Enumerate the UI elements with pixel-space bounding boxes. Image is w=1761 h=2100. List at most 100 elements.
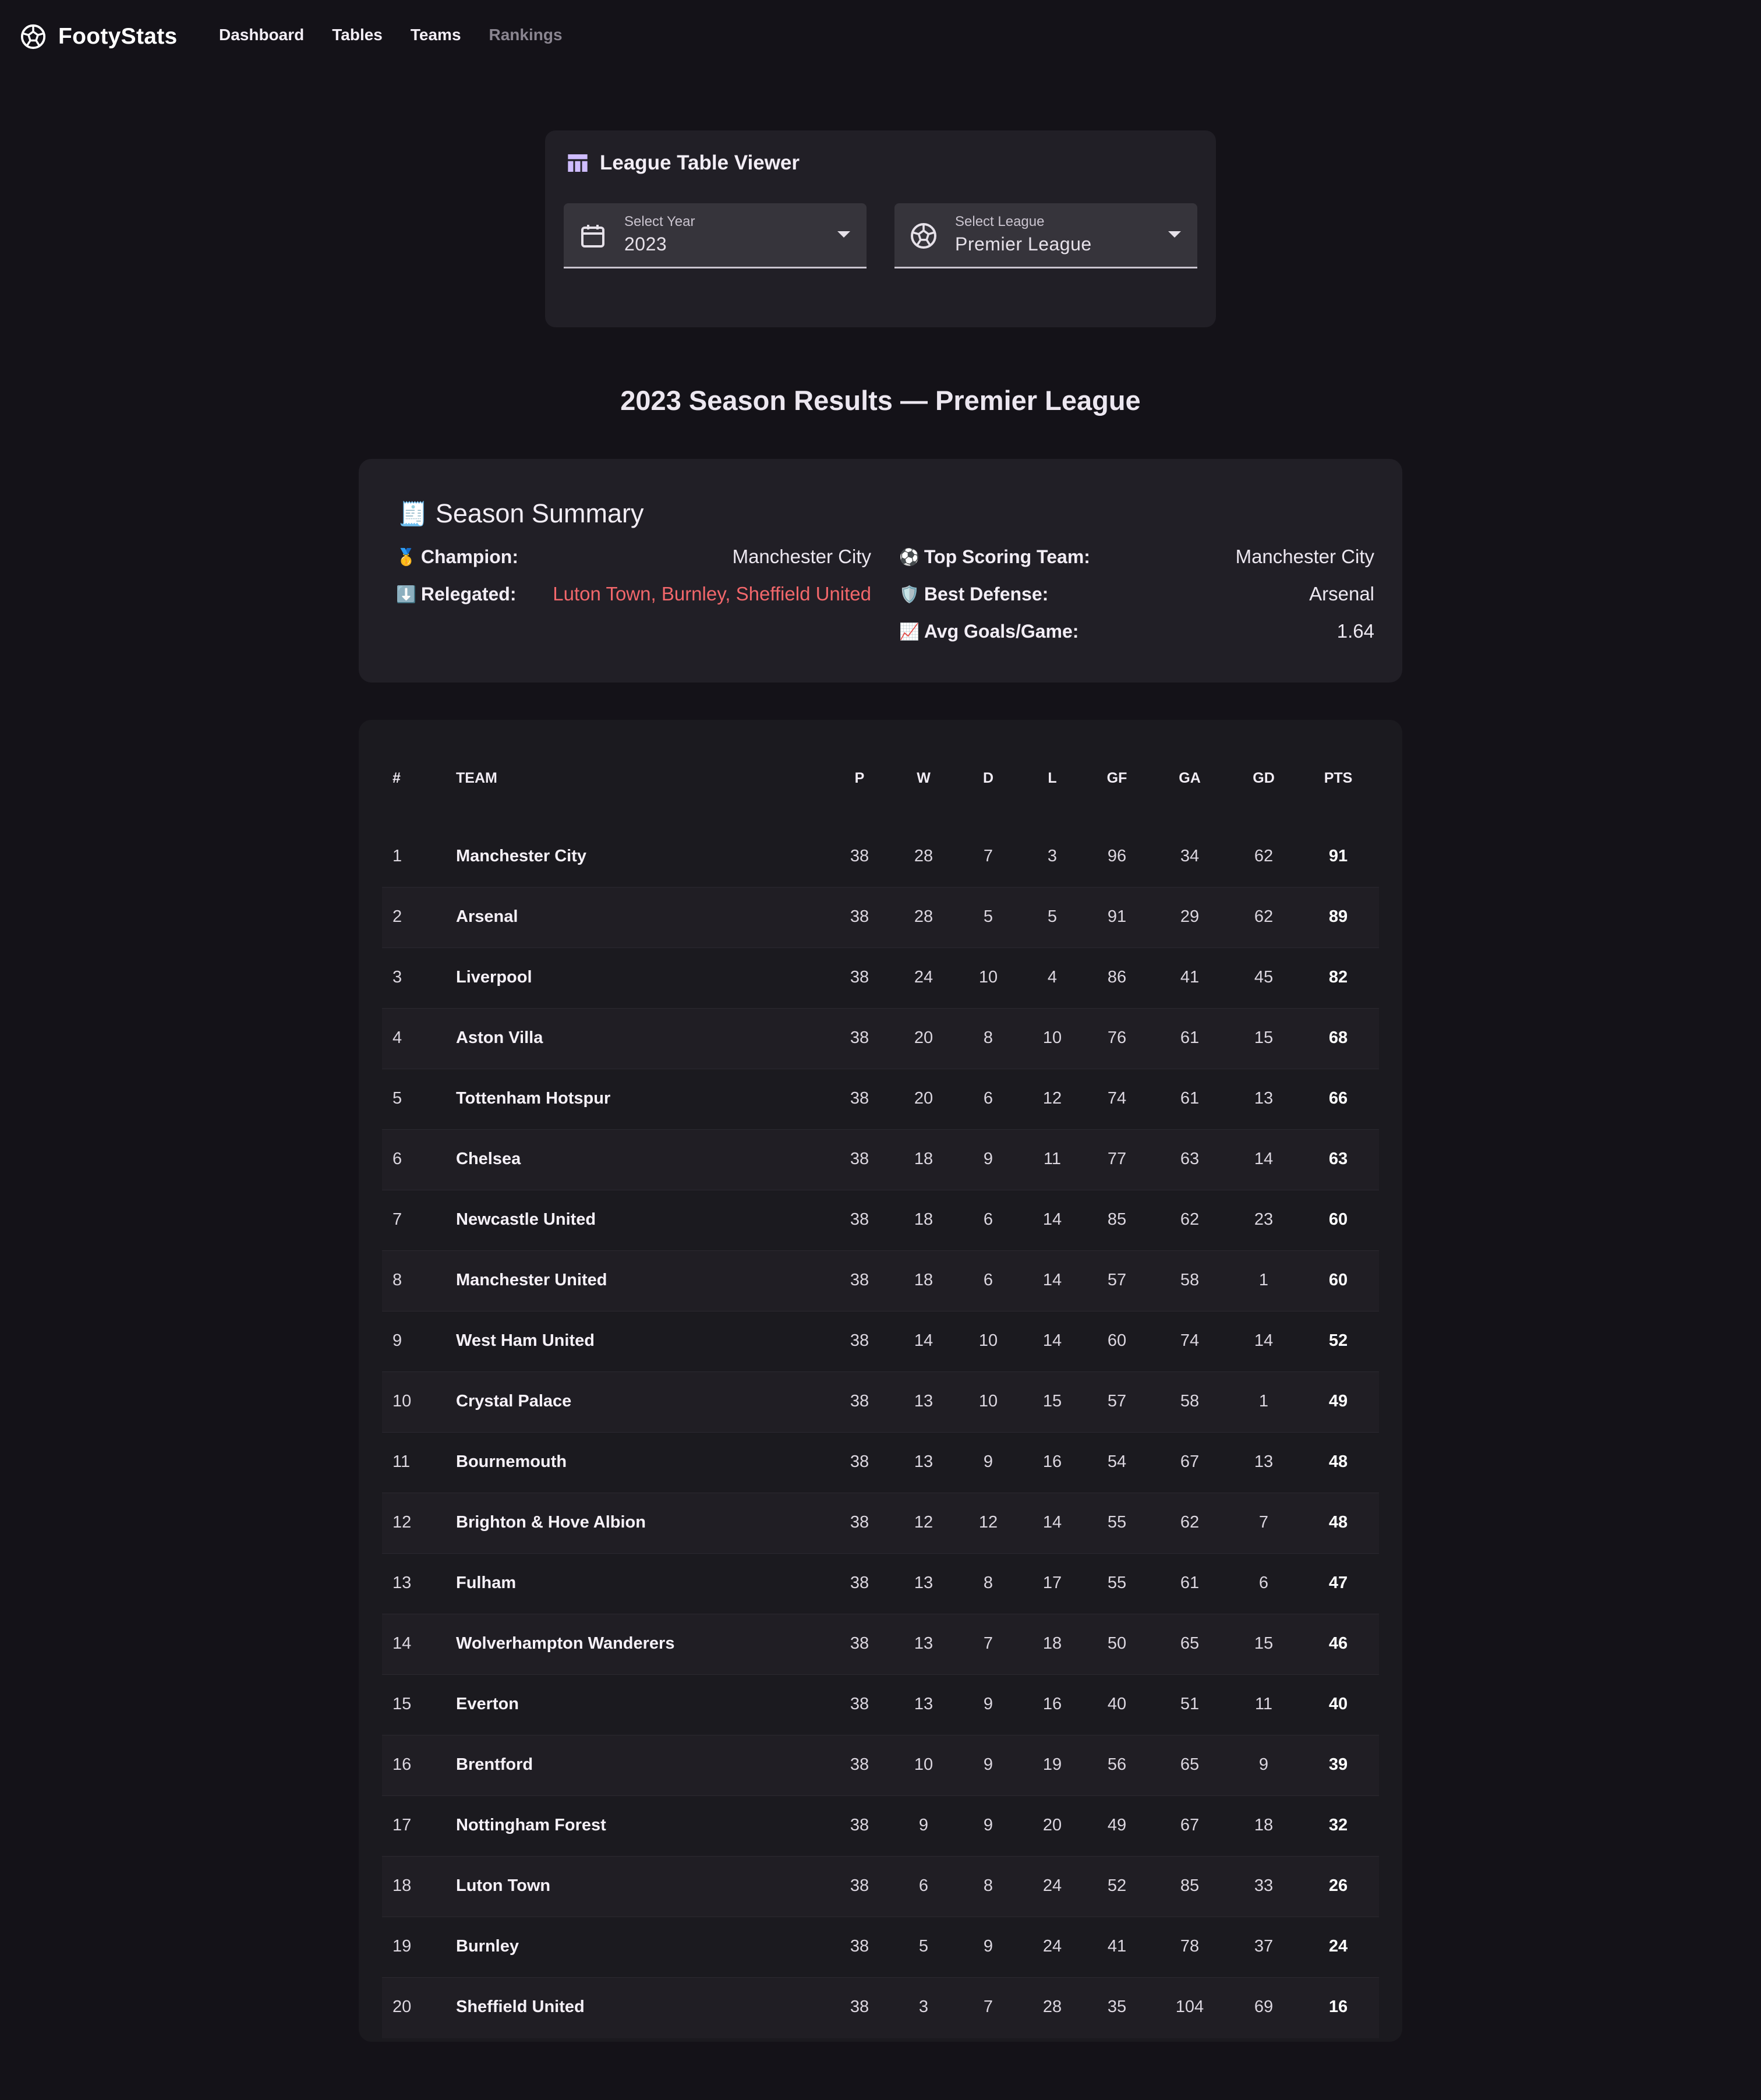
league-select[interactable]: Select League Premier League [894,203,1197,268]
cell-played: 38 [850,1634,869,1653]
year-select[interactable]: Select Year 2023 [564,203,867,268]
table-row[interactable]: 14 Wolverhampton Wanderers 38 13 7 18 50 65 15 46 [382,1614,1379,1675]
nav-rankings[interactable]: Rankings [489,26,563,44]
table-row[interactable]: 13 Fulham 38 13 8 17 55 61 6 47 [382,1554,1379,1614]
brand[interactable]: FootyStats [20,22,178,51]
cell-drawn: 9 [983,1695,993,1713]
cell-played: 38 [850,1695,869,1713]
cell-played: 38 [850,1028,869,1047]
col-points[interactable]: PTS [1324,770,1353,787]
table-row[interactable]: 10 Crystal Palace 38 13 10 15 57 58 1 49 [382,1372,1379,1433]
col-drawn[interactable]: D [983,770,993,787]
cell-drawn: 10 [978,968,998,987]
table-row[interactable]: 16 Brentford 38 10 9 19 56 65 9 39 [382,1735,1379,1796]
cell-position: 4 [392,1028,402,1047]
year-select-label: Select Year [624,214,695,229]
cell-team: Newcastle United [456,1210,596,1229]
cell-goal-difference: 9 [1258,1755,1269,1774]
cell-won: 12 [914,1513,933,1532]
col-played[interactable]: P [855,770,865,787]
best-defense-value: Arsenal [1309,583,1374,604]
cell-goal-difference: 15 [1254,1634,1274,1653]
cell-goal-difference: 37 [1254,1937,1274,1956]
nav-tables[interactable]: Tables [332,26,383,44]
calendar-icon [581,225,604,248]
cell-goals-against: 29 [1180,907,1200,926]
year-select-value: 2023 [624,234,667,254]
cell-drawn: 7 [983,847,993,865]
table-row[interactable]: 15 Everton 38 13 9 16 40 51 11 40 [382,1675,1379,1735]
cell-goals-for: 85 [1107,1210,1127,1229]
cell-played: 38 [850,1816,869,1834]
cell-team: Aston Villa [456,1028,543,1047]
cell-position: 3 [392,968,402,987]
table-row[interactable]: 3 Liverpool 38 24 10 4 86 41 45 82 [382,948,1379,1009]
col-position[interactable]: # [392,770,401,787]
table-row[interactable]: 1 Manchester City 38 28 7 3 96 34 62 91 [382,827,1379,888]
col-team[interactable]: Team [456,770,497,787]
cell-lost: 20 [1042,1816,1062,1834]
league-select-label: Select League [955,214,1045,229]
cell-team: Luton Town [456,1876,551,1895]
cell-goals-against: 34 [1180,847,1200,865]
summary-avg-goals: 📈 Avg Goals/Game: 1.64 [899,620,1374,643]
cell-won: 10 [914,1755,933,1774]
table-row[interactable]: 2 Arsenal 38 28 5 5 91 29 62 89 [382,888,1379,948]
cell-position: 20 [392,1998,412,2016]
main-nav: Dashboard Tables Teams Rankings [219,26,563,44]
top-navbar: FootyStats Dashboard Tables Teams Rankin… [0,0,1761,73]
table-row[interactable]: 19 Burnley 38 5 9 24 41 78 37 24 [382,1917,1379,1978]
table-row[interactable]: 17 Nottingham Forest 38 9 9 20 49 67 18 32 [382,1796,1379,1857]
cell-position: 15 [392,1695,412,1713]
col-lost[interactable]: L [1048,770,1056,787]
table-row[interactable]: 6 Chelsea 38 18 9 11 77 63 14 63 [382,1130,1379,1190]
cell-played: 38 [850,1210,869,1229]
cell-lost: 4 [1047,968,1058,987]
nav-dashboard[interactable]: Dashboard [219,26,304,44]
cell-goals-against: 61 [1180,1028,1200,1047]
table-row[interactable]: 4 Aston Villa 38 20 8 10 76 61 15 68 [382,1009,1379,1069]
col-goals-for[interactable]: GF [1107,770,1127,787]
cell-goal-difference: 13 [1254,1452,1274,1471]
cell-played: 38 [850,1937,869,1956]
col-won[interactable]: W [917,770,931,787]
cell-goals-for: 41 [1107,1937,1127,1956]
summary-title: 🧾 Season Summary [398,499,643,529]
cell-team: Chelsea [456,1150,521,1168]
cell-goals-for: 91 [1107,907,1127,926]
cell-lost: 24 [1042,1937,1062,1956]
table-row[interactable]: 7 Newcastle United 38 18 6 14 85 62 23 60 [382,1190,1379,1251]
viewer-title: League Table Viewer [566,151,800,175]
cell-drawn: 9 [983,1937,993,1956]
col-goals-against[interactable]: GA [1179,770,1201,787]
cell-points: 32 [1328,1816,1348,1834]
chart-up-icon: 📈 [899,622,920,641]
table-row[interactable]: 8 Manchester United 38 18 6 14 57 58 1 60 [382,1251,1379,1311]
cell-position: 17 [392,1816,412,1834]
table-row[interactable]: 5 Tottenham Hotspur 38 20 6 12 74 61 13 66 [382,1069,1379,1130]
cell-played: 38 [850,1574,869,1592]
cell-goals-against: 67 [1180,1452,1200,1471]
cell-drawn: 9 [983,1816,993,1834]
cell-team: Arsenal [456,907,518,926]
nav-teams[interactable]: Teams [411,26,461,44]
cell-goal-difference: 45 [1254,968,1274,987]
cell-won: 13 [914,1574,933,1592]
medal-icon: 🥇 [396,547,416,566]
table-row[interactable]: 9 West Ham United 38 14 10 14 60 74 14 52 [382,1311,1379,1372]
top-scoring-label: Top Scoring Team: [924,546,1090,567]
table-body: 1 Manchester City 38 28 7 3 96 34 62 91 2 Arsenal 38… [382,827,1379,2038]
cell-won: 28 [914,847,933,865]
col-goal-difference[interactable]: GD [1253,770,1275,787]
table-row[interactable]: 20 Sheffield United 38 3 7 28 35 104 69 16 [382,1978,1379,2038]
cell-drawn: 6 [983,1089,993,1108]
cell-team: Everton [456,1695,519,1713]
table-row[interactable]: 11 Bournemouth 38 13 9 16 54 67 13 48 [382,1433,1379,1493]
cell-points: 89 [1328,907,1348,926]
cell-position: 9 [392,1331,402,1350]
cell-won: 13 [914,1452,933,1471]
table-row[interactable]: 12 Brighton & Hove Albion 38 12 12 14 55 62 7 48 [382,1493,1379,1554]
table-row[interactable]: 18 Luton Town 38 6 8 24 52 85 33 26 [382,1857,1379,1917]
cell-played: 38 [850,1876,869,1895]
cell-team: Wolverhampton Wanderers [456,1634,675,1653]
